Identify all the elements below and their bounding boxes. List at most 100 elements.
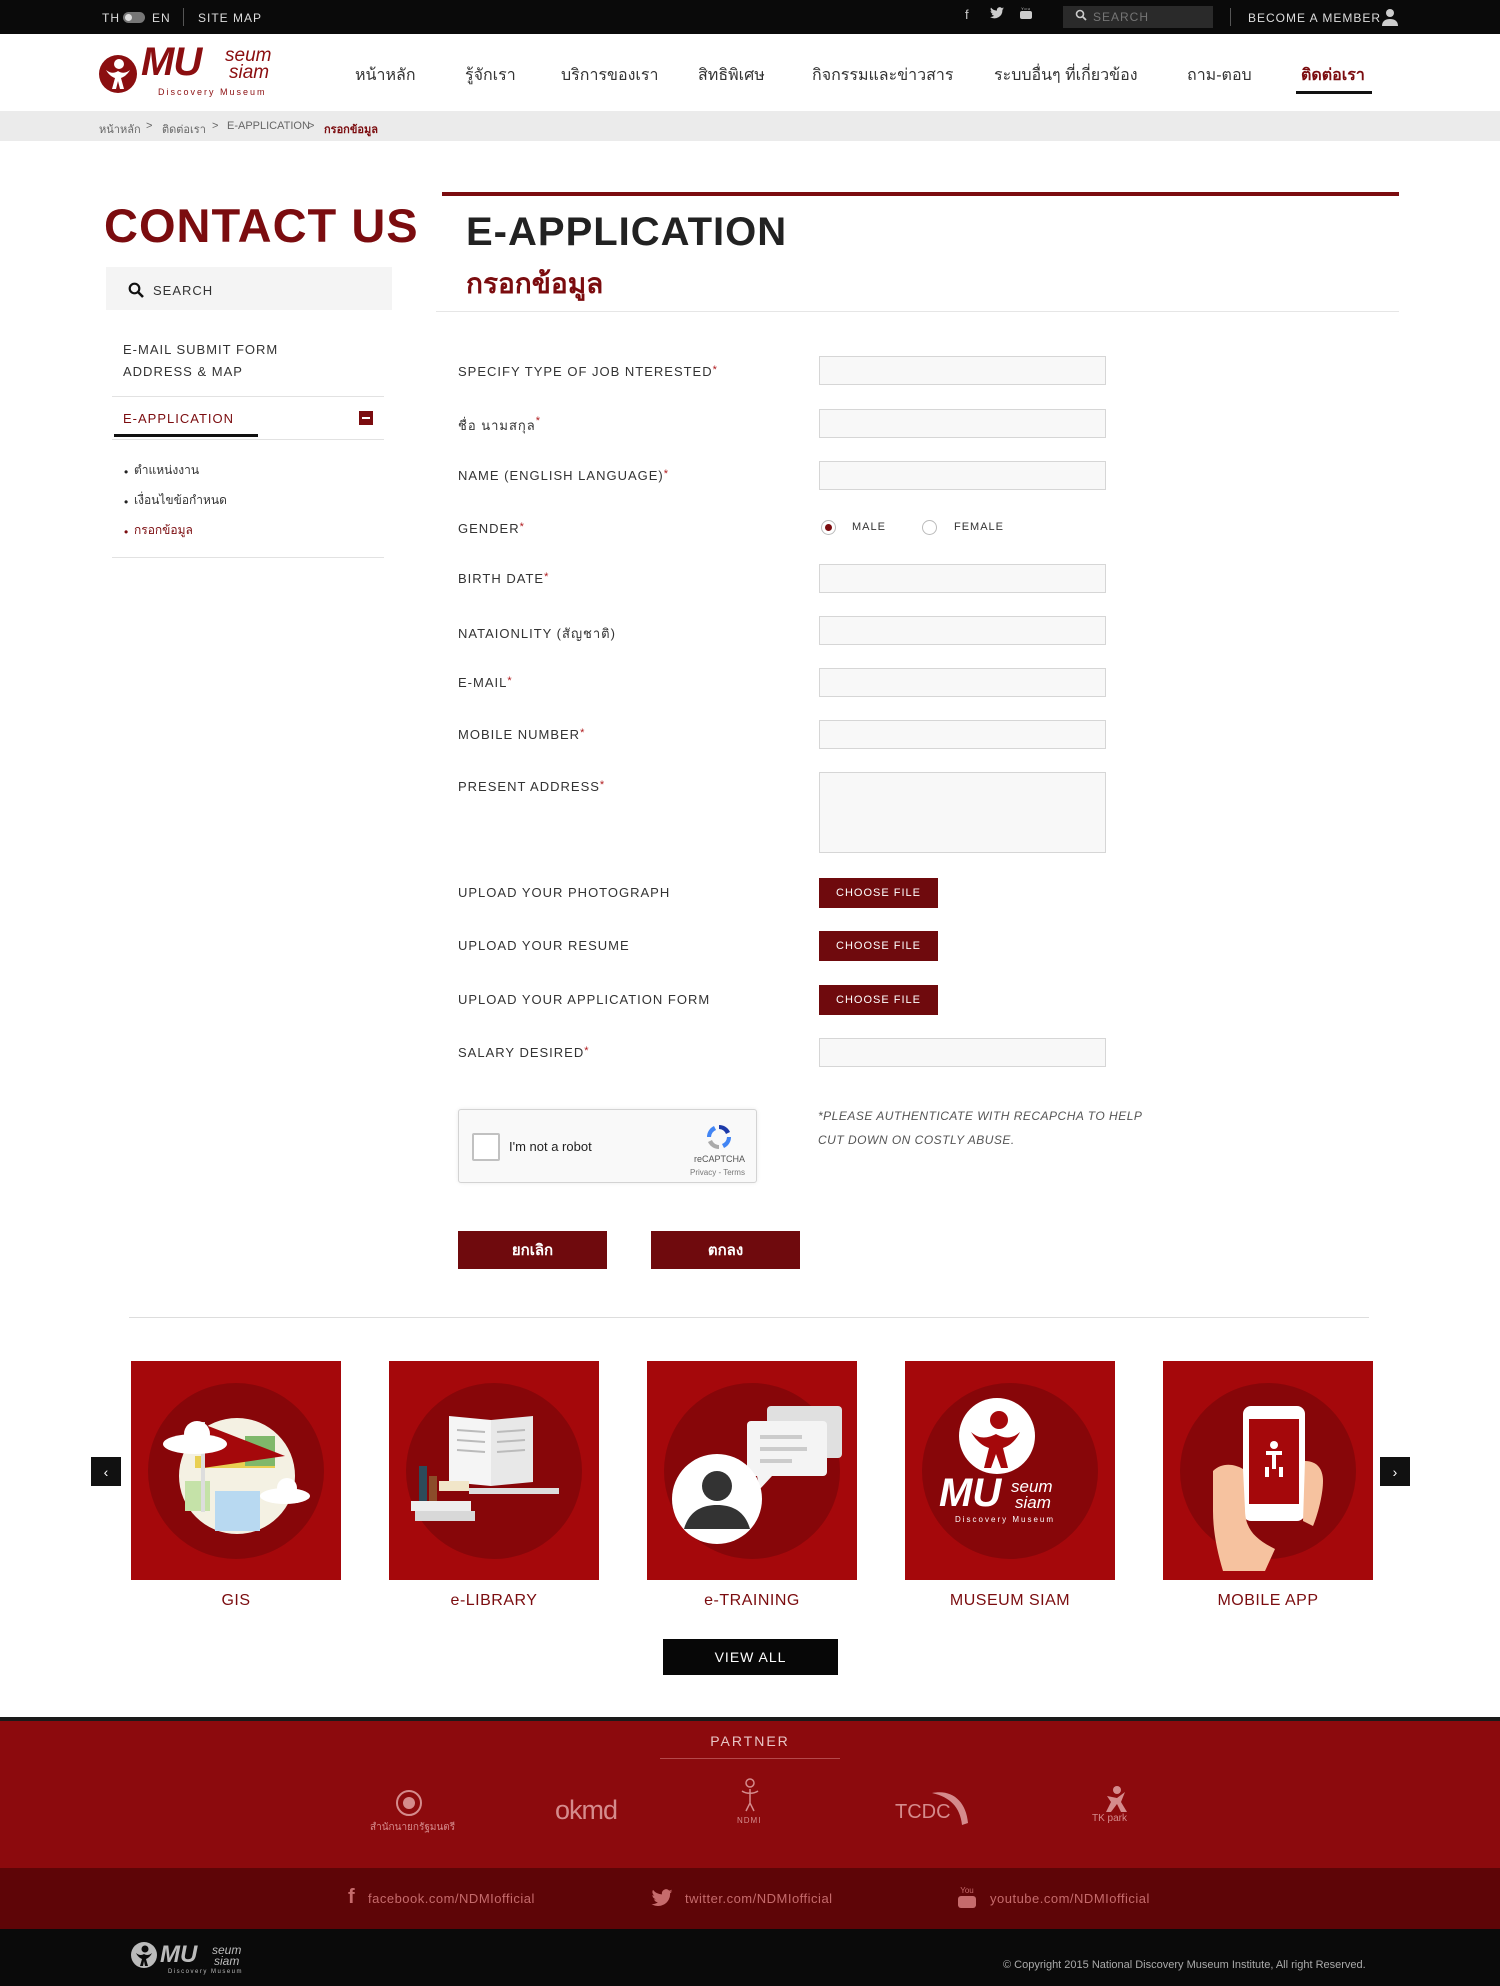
chat-user-icon [672,1406,842,1544]
service-label-etraining[interactable]: e-TRAINING [647,1592,857,1610]
facebook-link[interactable]: facebook.com/NDMIofficial [368,1891,535,1906]
nav-contact[interactable]: ติดต่อเรา [1301,63,1365,88]
svg-text:Discovery Museum: Discovery Museum [955,1515,1055,1524]
divider [112,557,384,558]
nav-faq[interactable]: ถาม-ตอบ [1187,63,1252,88]
logo-tagline: Discovery Museum [158,87,267,97]
youtube-link[interactable]: youtube.com/NDMIofficial [990,1891,1150,1906]
resume-choose-file-button[interactable]: CHOOSE FILE [819,931,938,961]
photo-choose-file-button[interactable]: CHOOSE FILE [819,878,938,908]
title-accent-line [442,192,1399,196]
nav-home[interactable]: หน้าหลัก [355,63,416,88]
job-type-input[interactable] [819,356,1106,385]
birth-date-input[interactable] [819,564,1106,593]
application-form-choose-file-button[interactable]: CHOOSE FILE [819,985,938,1015]
facebook-icon[interactable]: f [965,7,970,22]
sidebar-subitem-terms[interactable]: เงื่อนไขข้อกำหนด [134,491,227,510]
nationality-label: NATAIONLITY (สัญชาติ) [458,626,616,641]
nav-related-systems[interactable]: ระบบอื่นๆ ที่เกี่ยวข้อง [994,63,1138,88]
service-tile-elibrary[interactable] [389,1361,599,1580]
sidebar-subitem-fill-info[interactable]: กรอกข้อมูล [134,521,193,540]
map-flag-icon [163,1418,310,1534]
museum-siam-logo-icon [131,1942,157,1968]
service-tile-etraining[interactable] [647,1361,857,1580]
service-label-mobile-app[interactable]: MOBILE APP [1163,1592,1373,1610]
english-name-input[interactable] [819,461,1106,490]
submit-button[interactable]: ตกลง [651,1231,800,1269]
nav-about[interactable]: รู้จักเรา [465,63,516,88]
birth-date-label: BIRTH DATE* [458,571,550,586]
collapse-icon[interactable] [359,411,373,425]
gender-male-radio[interactable] [821,520,836,535]
sidebar-search[interactable] [106,267,392,310]
tkpark-logo-icon [1106,1786,1127,1812]
breadcrumb-eapplication[interactable]: E-APPLICATION [227,120,310,132]
nav-privileges[interactable]: สิทธิพิเศษ [698,63,765,88]
sidebar-title: CONTACT US [104,199,419,252]
youtube-icon[interactable]: You [1019,6,1033,23]
breadcrumb-separator: > [308,120,315,132]
address-input[interactable] [819,772,1106,853]
captcha-note: *PLEASE AUTHENTICATE WITH RECAPCHA TO HE… [818,1109,1142,1147]
english-name-label: NAME (ENGLISH LANGUAGE)* [458,468,670,483]
become-member-link[interactable]: BECOME A MEMBER [1248,11,1381,25]
museum-siam-logo-icon [99,55,137,93]
svg-text:You: You [1021,7,1031,11]
twitter-icon[interactable] [651,1889,673,1907]
facebook-icon[interactable]: f [348,1886,355,1909]
user-icon[interactable] [1381,8,1399,26]
recaptcha-brand: reCAPTCHA [694,1154,746,1164]
search-icon [1075,9,1087,21]
partner-okmd[interactable]: okmd [555,1795,618,1826]
partner-section: PARTNER สำนักนายกรัฐมนตรี okmd NDMI TCDC… [0,1717,1500,1868]
service-tile-gis[interactable] [131,1361,341,1580]
nationality-input[interactable] [819,616,1106,645]
partner-ndmi-label: NDMI [737,1816,762,1825]
breadcrumb-contact[interactable]: ติดต่อเรา [162,120,206,138]
lang-th[interactable]: TH [102,11,120,25]
breadcrumb-home[interactable]: หน้าหลัก [99,120,141,138]
youtube-icon[interactable]: You [956,1884,978,1910]
nav-activities-news[interactable]: กิจกรรมและข่าวสาร [812,63,953,88]
sidebar-item-address-map[interactable]: ADDRESS & MAP [123,364,243,379]
cancel-button[interactable]: ยกเลิก [458,1231,607,1269]
divider [436,311,1399,312]
site-map-link[interactable]: SITE MAP [198,11,262,25]
service-label-gis[interactable]: GIS [131,1592,341,1610]
bullet: • [124,525,129,539]
gender-female-radio[interactable] [922,520,937,535]
bullet: • [124,495,129,509]
sidebar-search-label: SEARCH [153,283,214,298]
gender-female-label: FEMALE [954,521,1005,533]
recaptcha-privacy-terms[interactable]: Privacy - Terms [690,1168,745,1177]
service-label-museum-siam[interactable]: MUSEUM SIAM [905,1592,1115,1610]
thai-name-input[interactable] [819,409,1106,438]
divider [1230,8,1231,26]
twitter-link[interactable]: twitter.com/NDMIofficial [685,1891,833,1906]
salary-input[interactable] [819,1038,1106,1067]
nav-services[interactable]: บริการของเรา [561,63,658,88]
breadcrumb: หน้าหลัก > ติดต่อเรา > E-APPLICATION > ก… [0,111,1500,141]
salary-label: SALARY DESIRED* [458,1045,590,1060]
address-label: PRESENT ADDRESS* [458,779,606,794]
sidebar-subitem-positions[interactable]: ตำแหน่งงาน [134,461,199,480]
gender-label: GENDER* [458,521,525,536]
carousel-prev-button[interactable]: ‹ [91,1457,121,1486]
sidebar-item-eapplication[interactable]: E-APPLICATION [123,411,234,426]
lang-en[interactable]: EN [152,11,171,25]
language-toggle[interactable] [123,12,145,23]
service-tile-mobile-app[interactable] [1163,1361,1373,1580]
service-label-elibrary[interactable]: e-LIBRARY [389,1592,599,1610]
carousel-next-button[interactable]: › [1380,1457,1410,1486]
recaptcha-checkbox[interactable] [472,1133,500,1161]
mobile-input[interactable] [819,720,1106,749]
service-tile-museum-siam[interactable]: MU seum siam Discovery Museum [905,1361,1115,1580]
application-form-upload-label: UPLOAD YOUR APPLICATION FORM [458,992,711,1007]
sidebar-item-email-form[interactable]: E-MAIL SUBMIT FORM [123,342,278,357]
view-all-button[interactable]: VIEW ALL [663,1639,838,1675]
bullet: • [124,465,129,479]
twitter-icon[interactable] [990,7,1004,22]
sidebar-active-indicator [114,434,258,437]
bottom-bar: MU seum siam Discovery Museum © Copyrigh… [0,1929,1500,1986]
email-input[interactable] [819,668,1106,697]
